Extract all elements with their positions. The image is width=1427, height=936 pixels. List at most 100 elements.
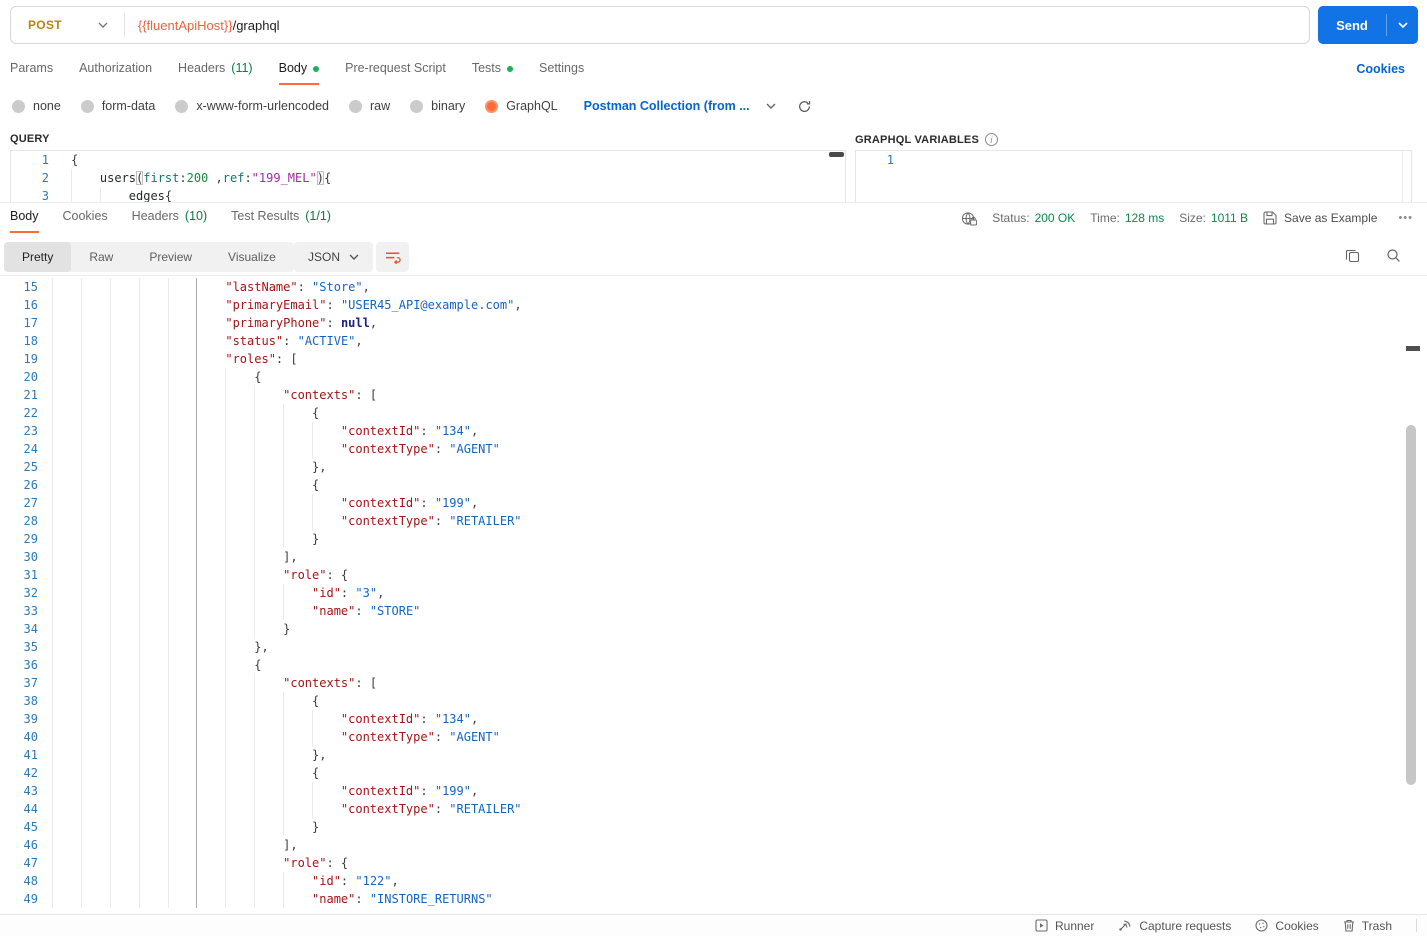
line-number: 17 <box>23 316 38 330</box>
line-number: 37 <box>23 676 38 690</box>
line-number: 43 <box>23 784 38 798</box>
code-line: 47 "role": { <box>0 854 1400 872</box>
scrollbar-thumb[interactable] <box>829 152 844 157</box>
wrap-line-icon <box>385 251 401 264</box>
code-line: 3 edges{ <box>11 187 845 202</box>
line-number: 36 <box>23 658 38 672</box>
line-number: 41 <box>23 748 38 762</box>
line-number: 47 <box>23 856 38 870</box>
green-dot-icon <box>313 65 320 72</box>
trash-button[interactable]: Trash <box>1343 919 1392 933</box>
tab-settings[interactable]: Settings <box>539 55 584 85</box>
body-mode-binary[interactable]: binary <box>410 99 465 113</box>
tab-authorization[interactable]: Authorization <box>79 55 152 85</box>
refresh-icon[interactable] <box>798 100 811 113</box>
radio-icon <box>410 99 424 113</box>
trash-icon <box>1343 919 1355 932</box>
line-number: 32 <box>23 586 38 600</box>
view-tab-preview[interactable]: Preview <box>131 242 210 272</box>
url-path: /graphql <box>232 17 280 33</box>
tab-tests[interactable]: Tests <box>472 55 514 85</box>
graphql-variables-editor[interactable]: 1 <box>855 150 1412 203</box>
response-tab-test-results[interactable]: Test Results (1/1) <box>231 203 331 233</box>
chevron-down-icon[interactable] <box>766 103 776 109</box>
more-options-icon[interactable]: ••• <box>1398 212 1413 224</box>
line-number: 38 <box>23 694 38 708</box>
scrollbar-thumb[interactable] <box>1406 425 1416 785</box>
code-line: 36{ <box>0 656 1400 674</box>
code-line: 38{ <box>0 692 1400 710</box>
body-mode-graphql[interactable]: GraphQL <box>485 99 558 113</box>
runner-icon <box>1035 919 1048 932</box>
tab-body[interactable]: Body <box>278 55 320 85</box>
line-number: 19 <box>23 352 38 366</box>
language-dropdown[interactable]: JSON <box>294 242 374 272</box>
copy-icon[interactable] <box>1345 248 1360 263</box>
body-mode-raw[interactable]: raw <box>349 99 390 113</box>
response-tab-cookies[interactable]: Cookies <box>63 203 108 233</box>
capture-icon <box>1118 919 1132 932</box>
response-tab-headers[interactable]: Headers (10) <box>132 203 207 233</box>
line-number: 30 <box>23 550 38 564</box>
graphql-variables-label: GRAPHQL VARIABLES i <box>855 133 999 146</box>
chevron-down-icon[interactable] <box>1387 22 1418 28</box>
divider <box>1416 919 1417 932</box>
view-tab-raw[interactable]: Raw <box>71 242 131 272</box>
code-line: 46], <box>0 836 1400 854</box>
url-bar: POST {{fluentApiHost}}/graphql <box>10 6 1310 44</box>
url-input[interactable]: {{fluentApiHost}}/graphql <box>138 18 280 33</box>
line-number: 29 <box>23 532 38 546</box>
save-icon <box>1263 211 1277 225</box>
code-line: 42{ <box>0 764 1400 782</box>
response-body-viewer[interactable]: 15 "lastName": "Store", 16 "primaryEmail": … <box>0 278 1400 910</box>
globe-lock-icon <box>961 211 978 226</box>
postman-app: POST {{fluentApiHost}}/graphql Send Para… <box>0 0 1427 936</box>
line-number: 49 <box>23 892 38 906</box>
code-line: 20{ <box>0 368 1400 386</box>
radio-icon <box>80 99 94 113</box>
radio-icon <box>485 99 499 113</box>
scroll-indicator <box>1406 346 1420 351</box>
line-number: 35 <box>23 640 38 654</box>
line-number: 15 <box>23 280 38 294</box>
body-mode-form-data[interactable]: form-data <box>80 99 155 113</box>
chevron-down-icon <box>349 254 359 260</box>
code-line: 39 "contextId": "134", <box>0 710 1400 728</box>
line-number: 28 <box>23 514 38 528</box>
cookie-icon <box>1255 919 1268 932</box>
response-view-tabs: Pretty Raw Preview Visualize <box>4 242 294 272</box>
code-line: 27 "contextId": "199", <box>0 494 1400 512</box>
view-tab-pretty[interactable]: Pretty <box>4 242 72 272</box>
code-line: 33 "name": "STORE" <box>0 602 1400 620</box>
body-mode-row: none form-data x-www-form-urlencoded raw bin… <box>12 95 811 117</box>
query-editor[interactable]: 1{2 users(first:200 ,ref:"199_MEL"){3 edge… <box>10 150 846 203</box>
tab-params[interactable]: Params <box>10 55 53 85</box>
code-line: 41}, <box>0 746 1400 764</box>
method-selector[interactable]: POST <box>28 18 62 32</box>
tab-headers[interactable]: Headers (11) <box>178 55 253 85</box>
search-icon[interactable] <box>1386 248 1401 263</box>
response-tab-body[interactable]: Body <box>10 203 39 233</box>
schema-source-dropdown[interactable]: Postman Collection (from ... <box>584 99 750 113</box>
wrap-line-button[interactable] <box>376 242 409 272</box>
url-variable: {{fluentApiHost}} <box>137 17 233 33</box>
response-tabs: Body Cookies Headers (10) Test Results (1/1) <box>10 203 331 233</box>
code-line: 43 "contextId": "199", <box>0 782 1400 800</box>
status-bar: Runner Capture requests Cookies Trash <box>0 914 1427 936</box>
body-mode-none[interactable]: none <box>12 99 61 113</box>
send-button[interactable]: Send <box>1318 6 1418 44</box>
runner-button[interactable]: Runner <box>1035 919 1094 933</box>
response-toolbar: Pretty Raw Preview Visualize JSON <box>0 240 1427 276</box>
cookies-link[interactable]: Cookies <box>1356 62 1405 76</box>
capture-requests-button[interactable]: Capture requests <box>1118 919 1231 933</box>
body-mode-x-www-form-urlencoded[interactable]: x-www-form-urlencoded <box>175 99 329 113</box>
radio-icon <box>175 99 189 113</box>
code-line: 26{ <box>0 476 1400 494</box>
tab-pre-request-script[interactable]: Pre-request Script <box>345 55 446 85</box>
cookies-button[interactable]: Cookies <box>1255 919 1319 933</box>
save-as-example-button[interactable]: Save as Example <box>1263 211 1377 225</box>
line-number: 23 <box>23 424 38 438</box>
code-line: 22{ <box>0 404 1400 422</box>
chevron-down-icon[interactable] <box>98 22 108 28</box>
view-tab-visualize[interactable]: Visualize <box>210 242 294 272</box>
